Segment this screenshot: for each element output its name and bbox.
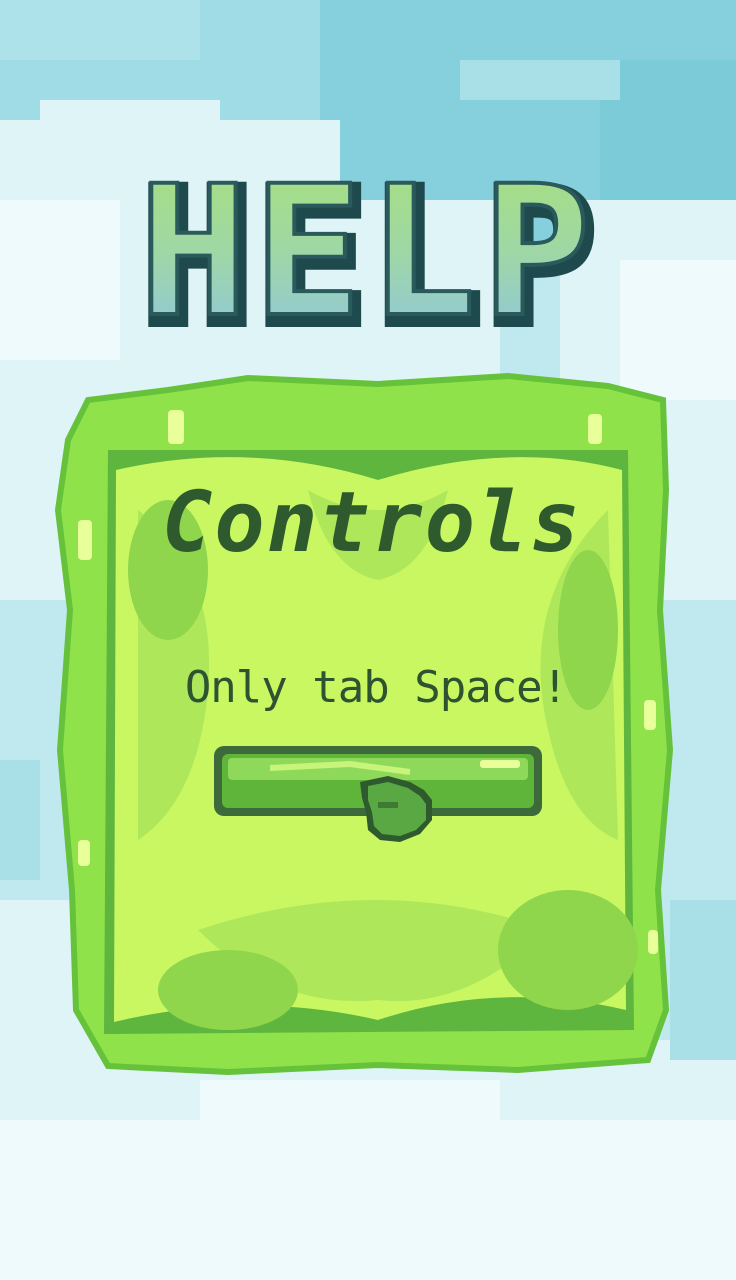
instruction-text: Only tab Space!	[185, 662, 568, 713]
controls-heading: Controls	[162, 475, 583, 571]
svg-text:Only tab Space!: Only tab Space!	[185, 662, 567, 713]
spacebar-key-icon	[214, 746, 542, 842]
help-title: HELP HELP	[136, 150, 601, 340]
svg-text:HELP: HELP	[139, 150, 596, 340]
svg-text:Controls: Controls	[162, 475, 583, 571]
